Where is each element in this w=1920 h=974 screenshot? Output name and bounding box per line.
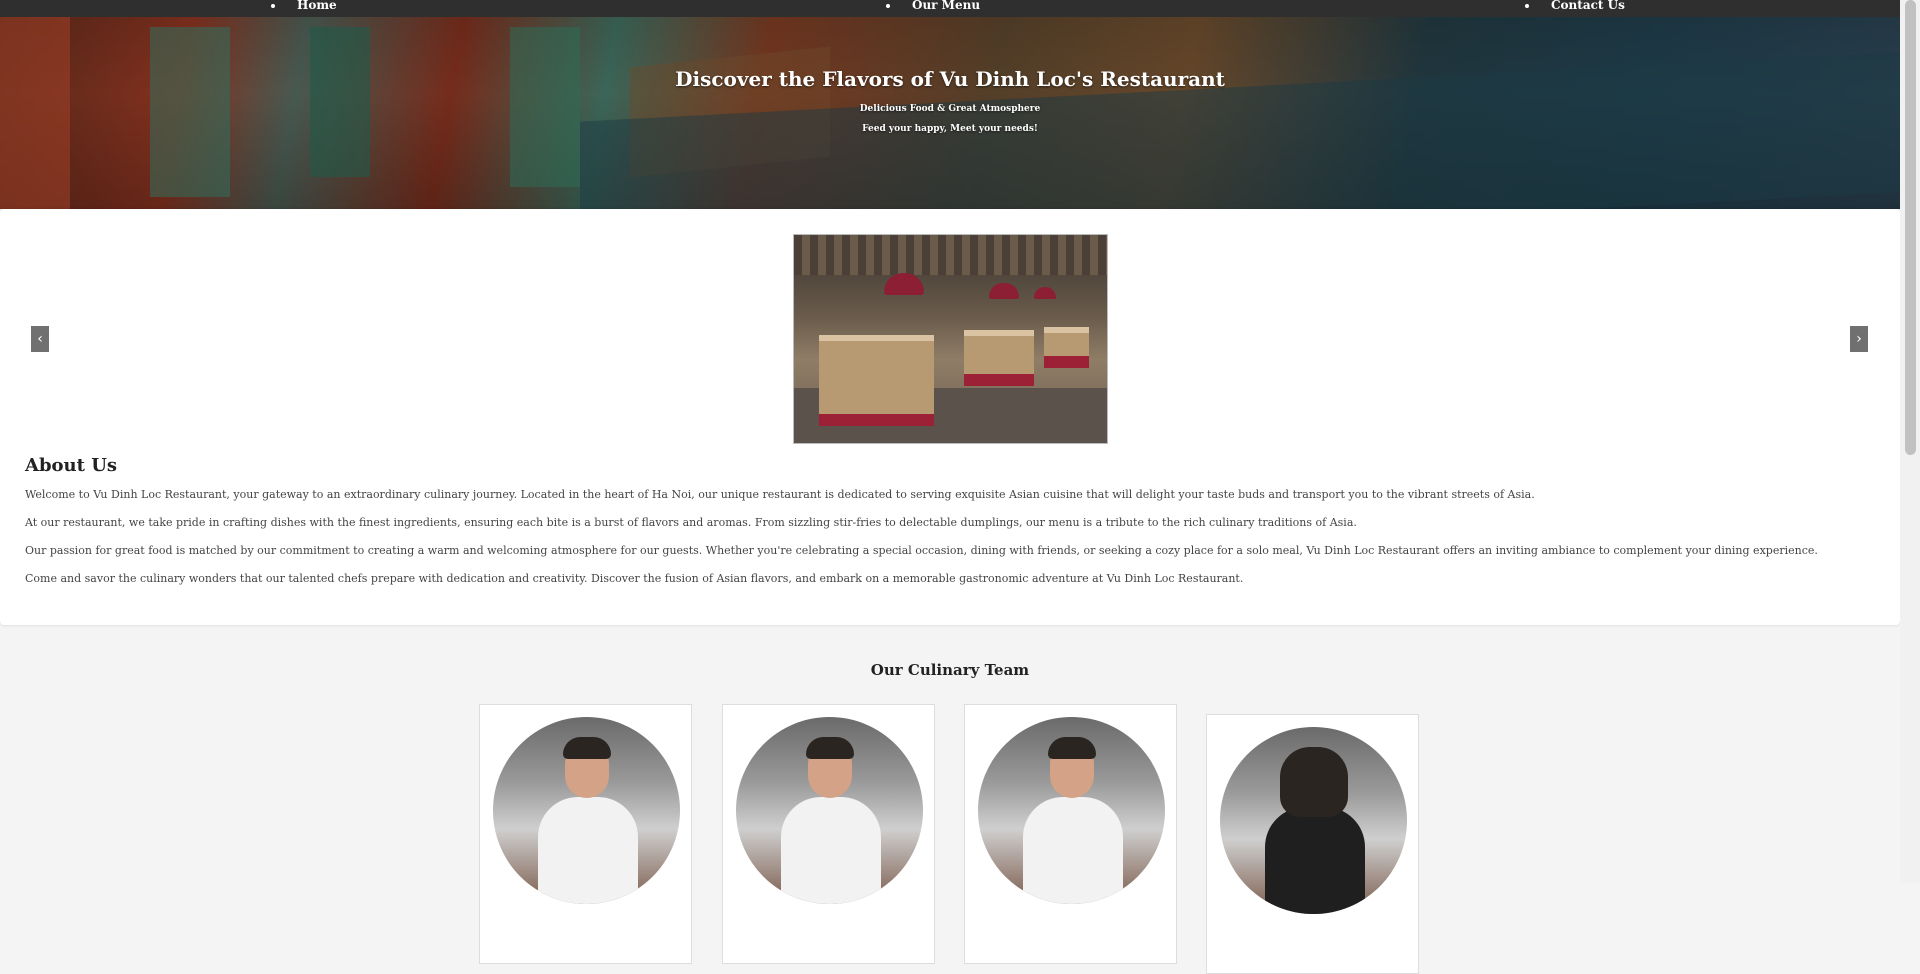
hero-background-shape [310,27,370,177]
about-paragraph: Welcome to Vu Dinh Loc Restaurant, your … [25,488,1535,501]
bullet-icon [886,3,890,8]
team-heading: Our Culinary Team [870,661,1030,679]
photo-figure [1265,807,1365,914]
photo-figure [806,737,854,759]
main-content-card: ‹ › About Us Welcome to Vu Dinh Loc Rest… [0,209,1900,625]
about-heading: About Us [25,455,118,476]
hero-banner: Discover the Flavors of Vu Dinh Loc's Re… [0,17,1900,209]
carousel-prev-button[interactable]: ‹ [31,326,49,352]
hero-subtitle: Delicious Food & Great Atmosphere [859,104,1041,114]
buffet-counter [819,335,934,426]
photo-figure [563,737,611,759]
team-member-card [964,704,1177,964]
photo-figure [1280,747,1348,817]
photo-figure [1048,737,1096,759]
nav-item-home[interactable]: Home [271,0,337,15]
chef-photo [978,717,1165,904]
nav-menu-label[interactable]: Our Menu [912,0,980,12]
nav-contact-label[interactable]: Contact Us [1551,0,1625,12]
photo-figure [1023,797,1123,904]
bullet-icon [271,3,275,8]
hero-tagline: Feed your happy, Meet your needs! [862,124,1038,134]
pendant-lamp [1034,287,1056,299]
scrollbar-thumb[interactable] [1905,0,1916,455]
photo-figure [781,797,881,904]
pendant-lamp [884,273,924,295]
pendant-lamp [989,283,1019,299]
photo-figure [538,797,638,904]
carousel-slide-image [793,234,1108,444]
slide-ceiling [794,235,1107,275]
about-paragraph: Come and savor the culinary wonders that… [25,572,1244,585]
hero-title: Discover the Flavors of Vu Dinh Loc's Re… [675,67,1225,91]
staff-photo [1220,727,1407,914]
buffet-counter [1044,327,1089,368]
about-paragraph: At our restaurant, we take pride in craf… [25,516,1357,529]
nav-home-label[interactable]: Home [297,0,337,12]
nav-item-contact[interactable]: Contact Us [1525,0,1625,15]
buffet-counter [964,330,1034,386]
chef-photo [493,717,680,904]
team-member-card [1206,714,1419,974]
nav-item-menu[interactable]: Our Menu [886,0,980,15]
top-navigation: Home Our Menu Contact Us [0,0,1900,17]
chef-photo [736,717,923,904]
carousel-next-button[interactable]: › [1850,326,1868,352]
nav-list: Home Our Menu Contact Us [0,0,1900,17]
about-paragraph: Our passion for great food is matched by… [25,544,1818,557]
team-member-card [479,704,692,964]
bullet-icon [1525,3,1529,8]
page-scrollbar[interactable] [1900,0,1920,883]
team-member-card [722,704,935,964]
about-section: About Us Welcome to Vu Dinh Loc Restaura… [25,455,1875,598]
